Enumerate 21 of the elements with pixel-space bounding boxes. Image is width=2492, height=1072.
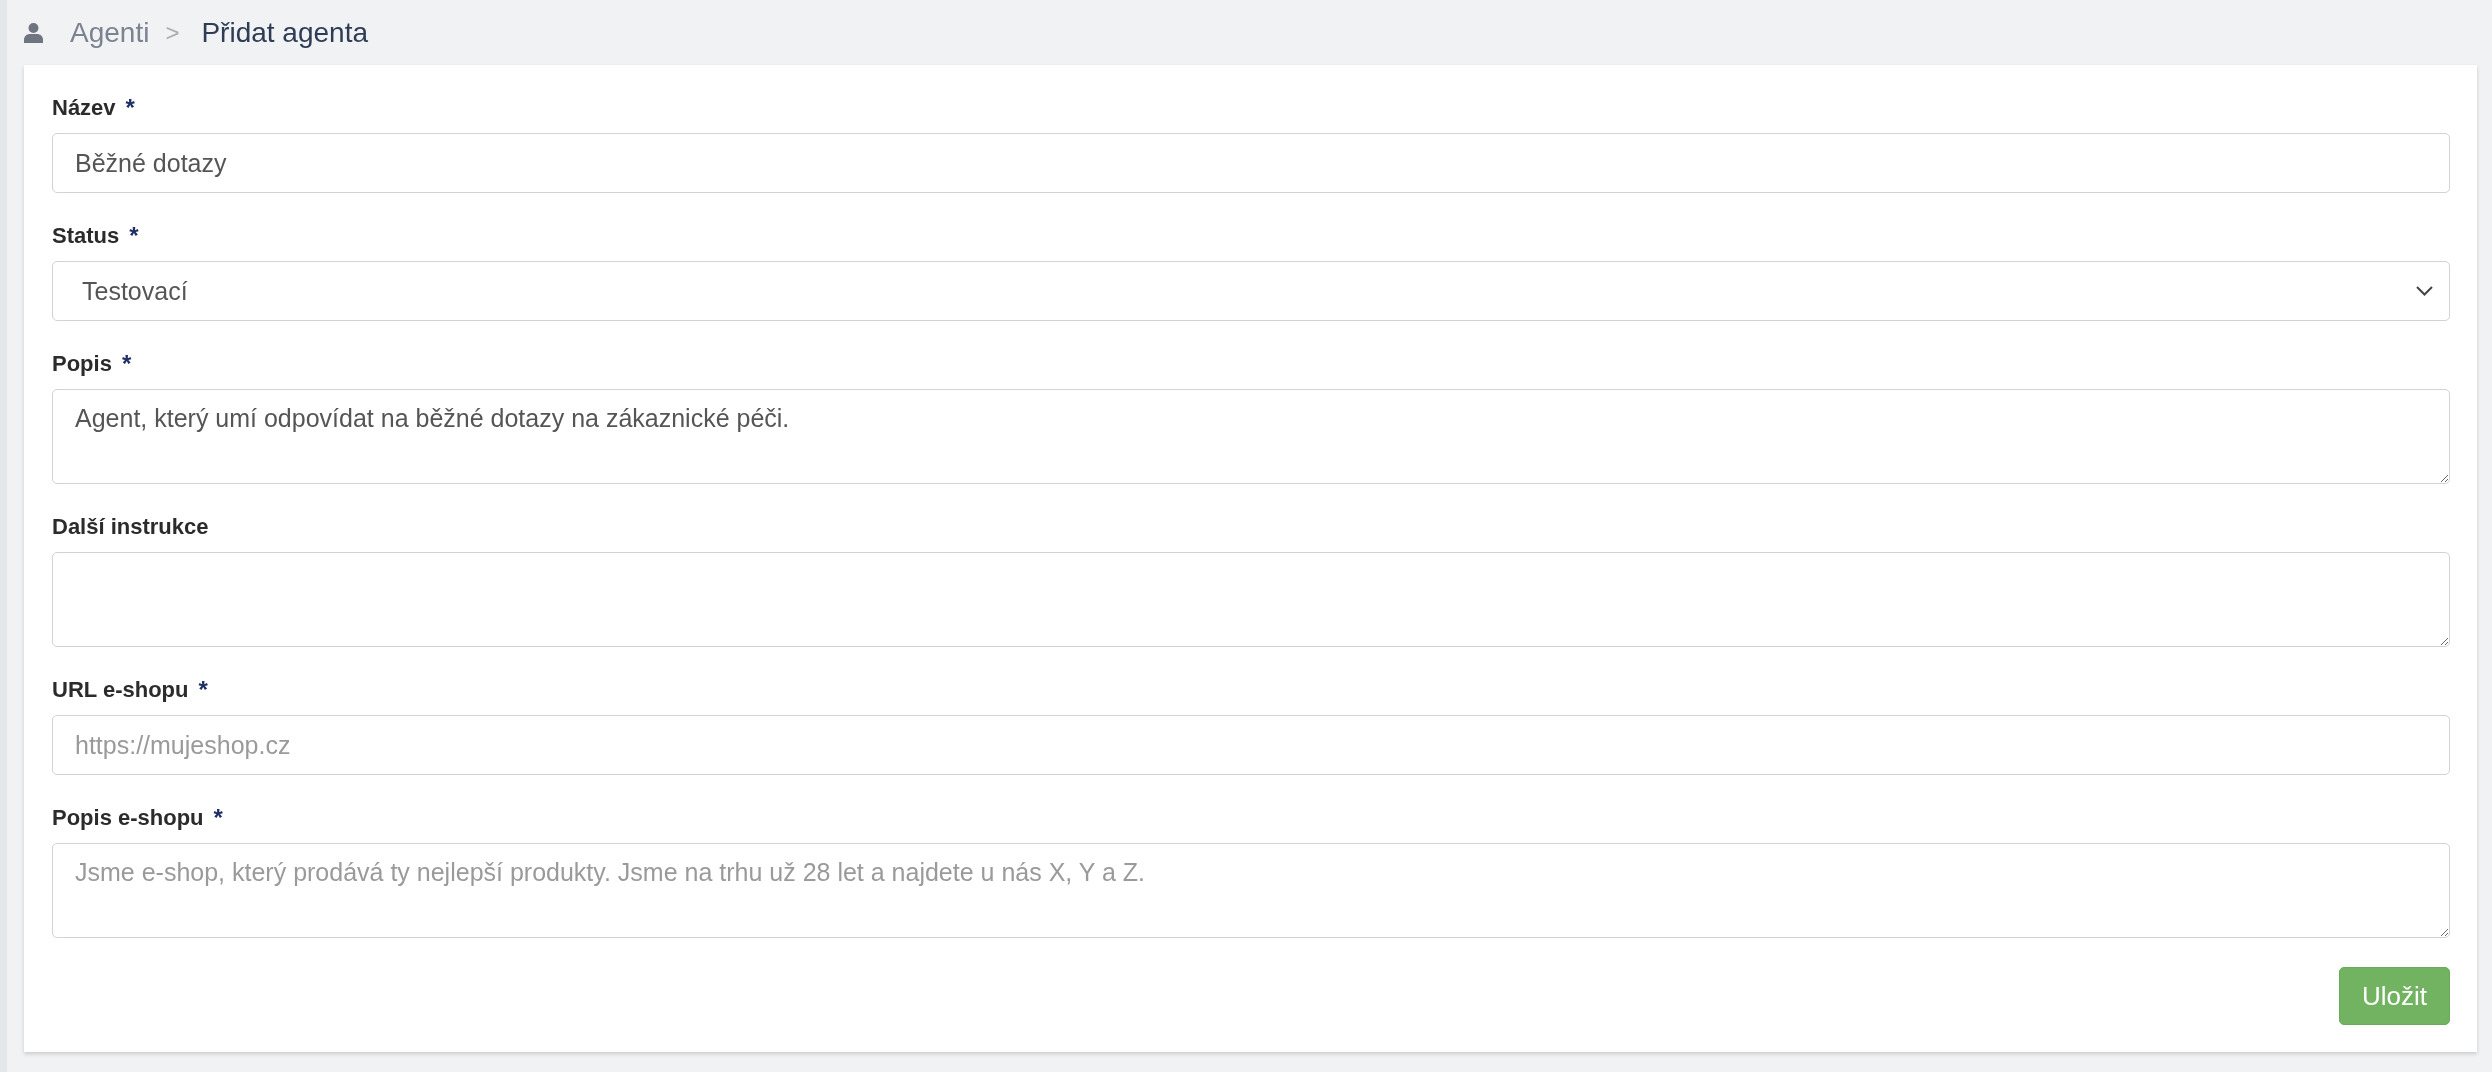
- required-mark: *: [125, 94, 135, 122]
- text-area[interactable]: Agent, který umí odpovídat na běžné dotazy na zákaznické péči.: [52, 389, 2450, 484]
- field-label: URL e-shopu: [52, 677, 189, 703]
- required-mark: *: [213, 804, 223, 832]
- field-label: Název: [52, 95, 116, 121]
- field-label: Popis: [52, 351, 112, 377]
- breadcrumb-item: Přidat agenta: [201, 16, 368, 49]
- text-area[interactable]: Jsme e-shop, který prodává ty nejlepší produkty. Jsme na trhu už 28 let a najdete u nás X, Y a Z.: [52, 843, 2450, 938]
- text-field[interactable]: Běžné dotazy: [52, 133, 2450, 193]
- required-mark: *: [198, 676, 208, 704]
- person-icon: [24, 22, 43, 43]
- required-mark: *: [121, 350, 132, 378]
- chevron-down-icon: [2416, 286, 2433, 296]
- text-field[interactable]: https://mujeshop.cz: [52, 715, 2450, 775]
- field-label: Další instrukce: [52, 514, 209, 540]
- breadcrumb-separator: >: [165, 18, 180, 47]
- required-mark: *: [129, 222, 139, 250]
- field-label: Status: [52, 223, 120, 249]
- field-label: Popis e-shopu: [52, 805, 204, 831]
- select-field[interactable]: Testovací: [52, 261, 2450, 321]
- text-area[interactable]: [52, 552, 2450, 647]
